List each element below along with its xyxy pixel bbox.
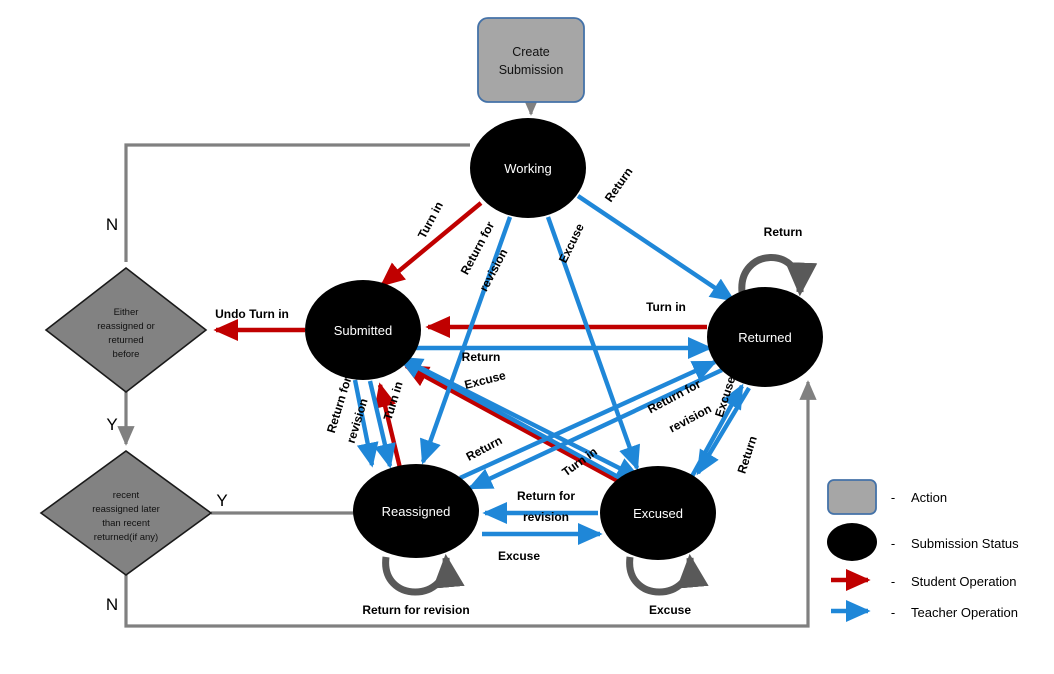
action-node-create-submission[interactable] <box>477 17 585 103</box>
edge-label-excuse-self-excused: Excuse <box>649 603 691 617</box>
flow-working-to-decision1 <box>124 143 470 262</box>
branch-label-y-right: Y <box>216 491 227 510</box>
edge-labels: Undo Turn in Turn in Return for revision… <box>215 165 802 617</box>
legend-status-swatch <box>827 523 877 561</box>
action-node-label-line1: Create <box>512 45 550 59</box>
branch-label-y-mid: Y <box>106 415 117 434</box>
legend-label-student: Student Operation <box>911 574 1017 589</box>
edge-label-return-working-returned: Return <box>602 165 636 205</box>
legend-action-swatch <box>827 479 877 515</box>
status-node-label-reassigned: Reassigned <box>382 504 451 519</box>
edge-label-return-for-excused-reassigned: Return for <box>517 489 575 503</box>
decision1-line-4: before <box>113 349 140 360</box>
state-diagram-canvas: Either reassigned or returned before rec… <box>0 0 1054 674</box>
status-node-label-returned: Returned <box>738 330 791 345</box>
action-nodes: Create Submission <box>477 17 585 103</box>
legend-dash-action: - <box>891 490 895 505</box>
branch-label-n-top: N <box>106 215 118 234</box>
edge-label-return-for-revision-self-reassigned: Return for revision <box>362 603 469 617</box>
edge-label-excuse-working-excused: Excuse <box>556 221 587 265</box>
decision2-line-4: returned(if any) <box>94 532 158 543</box>
self-loop-excused-excuse <box>626 553 709 596</box>
edge-label-revision-returned-reassigned: revision <box>667 401 714 435</box>
edge-label-excuse-reassigned-excused: Excuse <box>498 549 540 563</box>
self-loop-reassigned-return-for-revision <box>382 553 465 596</box>
legend-dash-student: - <box>891 574 895 589</box>
legend-label-teacher: Teacher Operation <box>911 605 1018 620</box>
legend: - Action - Submission Status - Student O… <box>827 479 1019 622</box>
legend-label-action: Action <box>911 490 947 505</box>
decision1-line-1: Either <box>114 307 139 318</box>
diagram-svg: Either reassigned or returned before rec… <box>39 17 1019 628</box>
edge-label-undo-turn-in: Undo Turn in <box>215 307 289 321</box>
action-node-label-line2: Submission <box>499 63 564 77</box>
status-node-label-excused: Excused <box>633 506 683 521</box>
edge-label-return-self-loop-returned: Return <box>764 225 803 239</box>
decision1-line-3: returned <box>108 335 143 346</box>
edge-label-return-submitted-returned: Return <box>462 350 501 364</box>
branch-label-n-bottom: N <box>106 595 118 614</box>
decision2-line-1: recent <box>113 490 140 501</box>
edge-label-revision-excused-reassigned: revision <box>523 510 569 524</box>
legend-label-status: Submission Status <box>911 536 1019 551</box>
self-loop-returned-return <box>738 254 818 297</box>
decision1-line-2: reassigned or <box>97 321 155 332</box>
edge-label-excuse-submitted-excused: Excuse <box>463 368 507 392</box>
edge-working-to-returned-return <box>576 194 736 302</box>
legend-dash-status: - <box>891 536 895 551</box>
edge-label-return-excused-returned: Return <box>735 434 760 475</box>
edge-label-turn-in-returned-submitted: Turn in <box>646 300 686 314</box>
legend-dash-teacher: - <box>891 605 895 620</box>
status-node-label-submitted: Submitted <box>334 323 393 338</box>
decision2-line-2: reassigned later <box>92 504 160 515</box>
decision2-line-3: than recent <box>102 518 150 529</box>
status-node-label-working: Working <box>504 161 551 176</box>
student-operation-edges <box>213 201 707 487</box>
